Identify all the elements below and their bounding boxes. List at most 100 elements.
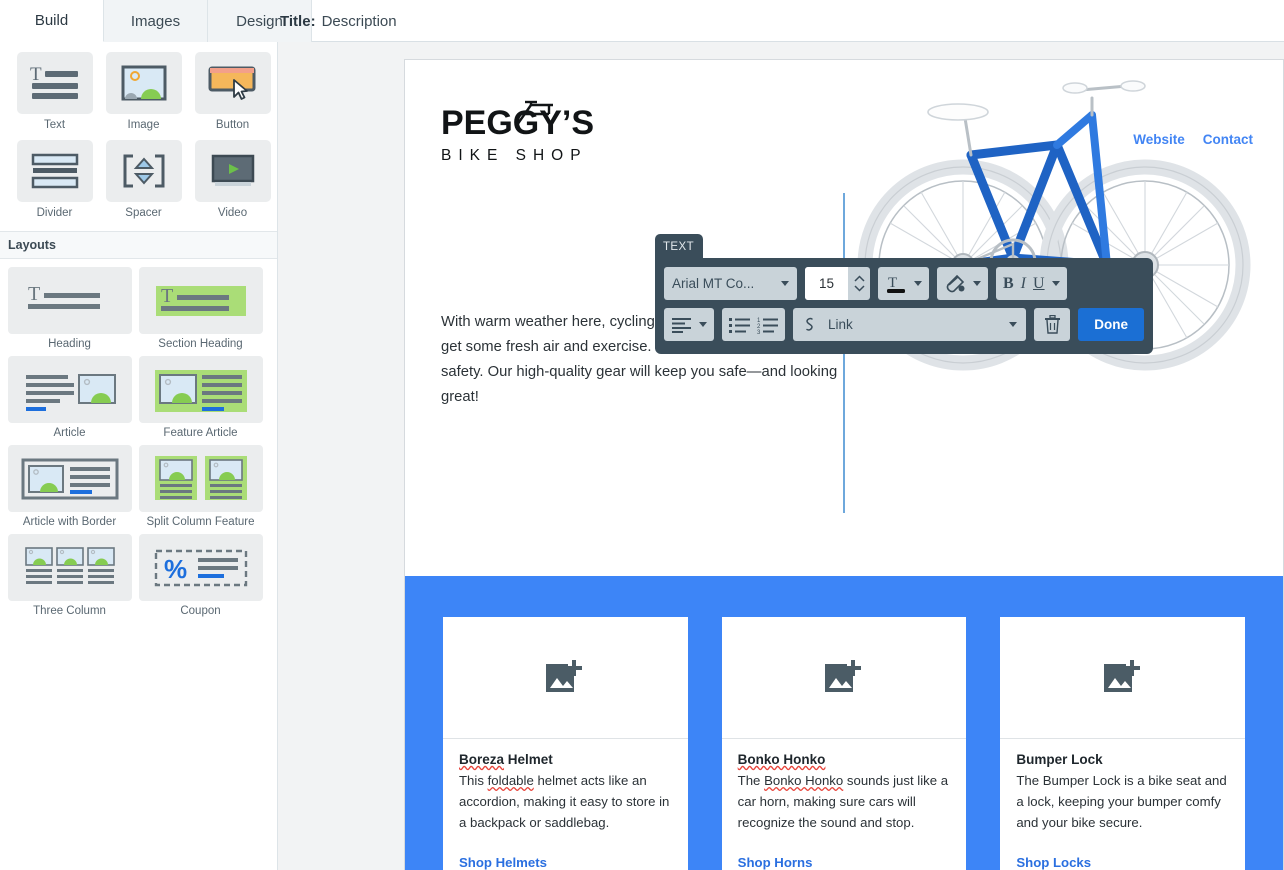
chevron-down-icon[interactable]: [853, 285, 865, 292]
font-size-stepper[interactable]: 15: [805, 267, 870, 300]
chevron-down-icon: [699, 322, 707, 327]
email-canvas: PEGGY’S BIKE SHOP Website Contact With w…: [404, 59, 1284, 870]
card-image-placeholder[interactable]: [721, 617, 967, 739]
card-desc-pre: This: [459, 773, 488, 788]
title-label: Title:: [280, 12, 316, 30]
card-title-misspelled: Boreza: [459, 752, 505, 767]
article-layout-icon[interactable]: [7, 356, 132, 423]
bulleted-list-icon[interactable]: [729, 316, 750, 334]
layout-item-heading[interactable]: T Heading: [4, 267, 135, 350]
layout-item-article[interactable]: Article: [4, 356, 135, 439]
block-label-spacer: Spacer: [125, 207, 162, 219]
toolbar-row-1: Arial MT Co... 15 T B I U: [664, 267, 1144, 300]
spacer-block-icon[interactable]: [105, 140, 182, 202]
panel-tabs: Build Images Design: [0, 0, 312, 42]
card-image-placeholder[interactable]: [443, 617, 688, 739]
block-item-video[interactable]: Video: [188, 140, 277, 220]
card-cta-link[interactable]: Shop Horns: [738, 855, 951, 870]
text-color-control[interactable]: T: [878, 267, 929, 300]
brand-logo: PEGGY’S BIKE SHOP: [441, 100, 621, 165]
logo-tagline: BIKE SHOP: [441, 147, 588, 164]
layout-item-section-heading[interactable]: T Section Heading: [135, 267, 266, 350]
align-left-icon: [672, 317, 691, 333]
layout-item-feature-article[interactable]: Feature Article: [135, 356, 266, 439]
split-column-layout-icon[interactable]: [138, 445, 263, 512]
block-item-divider[interactable]: Divider: [10, 140, 99, 220]
toolbar-body: Arial MT Co... 15 T B I U 1 2 3 Link Don…: [655, 258, 1153, 354]
delete-block-button[interactable]: [1034, 308, 1071, 341]
tab-images-label: Images: [130, 12, 181, 30]
block-item-image[interactable]: Image: [99, 52, 188, 132]
product-card[interactable]: Boreza Helmet This foldable helmet acts …: [443, 617, 688, 870]
highlight-color-control[interactable]: [937, 267, 988, 300]
italic-button[interactable]: I: [1021, 275, 1026, 293]
font-family-select[interactable]: Arial MT Co...: [664, 267, 797, 300]
svg-text:T: T: [30, 64, 42, 85]
font-size-spinner[interactable]: [848, 267, 870, 300]
bicycle-icon: [516, 100, 553, 126]
card-description: This foldable helmet acts like an accord…: [459, 770, 672, 833]
top-bar: Build Images Design Title: Description: [0, 0, 1284, 42]
done-button[interactable]: Done: [1078, 308, 1144, 341]
coupon-layout-icon[interactable]: %: [138, 534, 263, 601]
layout-label-feature-article: Feature Article: [163, 427, 238, 439]
card-title-misspelled: Bonko Honko: [737, 752, 826, 767]
layout-item-split-column-feature[interactable]: Split Column Feature: [135, 445, 266, 528]
align-control[interactable]: [664, 308, 714, 341]
list-control-group[interactable]: 1 2 3: [722, 308, 785, 341]
card-title-rest: Helmet: [504, 752, 553, 767]
add-image-icon: [825, 659, 861, 692]
heading-layout-icon[interactable]: T: [7, 267, 132, 334]
toolbar-tab-label: TEXT: [655, 234, 703, 260]
bold-button[interactable]: B: [1003, 275, 1014, 293]
text-color-icon: T: [887, 275, 905, 293]
layout-item-coupon[interactable]: % Coupon: [135, 534, 266, 617]
card-image-placeholder[interactable]: [1000, 617, 1246, 739]
tab-build[interactable]: Build: [0, 0, 104, 42]
text-format-toolbar: TEXT Arial MT Co... 15 T B I U 1 2 3 Lin…: [655, 234, 1153, 354]
feature-article-layout-icon[interactable]: [138, 356, 263, 423]
layout-grid: T Heading T Section Heading Article Feat…: [0, 259, 277, 623]
divider-block-icon[interactable]: [16, 140, 93, 202]
block-grid: T Text Image Button Divider Spacer Video: [0, 42, 277, 228]
image-block-icon[interactable]: [105, 52, 182, 114]
block-item-button[interactable]: Button: [188, 52, 277, 132]
video-block-icon[interactable]: [194, 140, 271, 202]
card-title: Bonko Honko: [738, 752, 951, 767]
layout-item-article-with-border[interactable]: Article with Border: [4, 445, 135, 528]
svg-text:3: 3: [757, 330, 761, 334]
tab-images[interactable]: Images: [104, 0, 208, 42]
chevron-down-icon[interactable]: [1051, 281, 1060, 286]
build-sidebar: T Text Image Button Divider Spacer Video…: [0, 42, 278, 870]
card-desc-pre: The Bumper Lock is a bike seat and a loc…: [1016, 773, 1227, 830]
layout-label-split-column-feature: Split Column Feature: [146, 516, 255, 528]
block-item-spacer[interactable]: Spacer: [99, 140, 188, 220]
link-select[interactable]: Link: [793, 308, 1027, 341]
underline-button[interactable]: U: [1033, 275, 1045, 293]
link-icon: [806, 317, 813, 331]
text-style-group[interactable]: B I U: [996, 267, 1067, 300]
layout-item-three-column[interactable]: Three Column: [4, 534, 135, 617]
button-block-icon[interactable]: [194, 52, 271, 114]
card-cta-link[interactable]: Shop Locks: [1016, 855, 1229, 870]
three-column-layout-icon[interactable]: [7, 534, 132, 601]
article-border-layout-icon[interactable]: [7, 445, 132, 512]
layout-label-three-column: Three Column: [33, 605, 106, 617]
add-image-icon: [546, 659, 583, 692]
chevron-up-icon[interactable]: [853, 275, 865, 282]
title-value[interactable]: Description: [322, 13, 397, 30]
svg-text:%: %: [164, 554, 187, 584]
font-size-value[interactable]: 15: [805, 267, 848, 300]
app-root: Build Images Design Title: Description T: [0, 0, 1284, 870]
chevron-down-icon: [973, 281, 981, 286]
product-card[interactable]: Bumper Lock The Bumper Lock is a bike se…: [1000, 617, 1246, 870]
product-card[interactable]: Bonko Honko The Bonko Honko sounds just …: [721, 617, 967, 870]
card-description: The Bumper Lock is a bike seat and a loc…: [1016, 770, 1229, 833]
layout-label-coupon: Coupon: [180, 605, 221, 617]
section-heading-layout-icon[interactable]: T: [138, 267, 263, 334]
numbered-list-icon[interactable]: 1 2 3: [757, 316, 778, 334]
card-cta-link[interactable]: Shop Helmets: [459, 855, 672, 870]
layouts-header-label: Layouts: [8, 238, 56, 252]
text-block-icon[interactable]: T: [16, 52, 93, 114]
block-item-text[interactable]: T Text: [10, 52, 99, 132]
